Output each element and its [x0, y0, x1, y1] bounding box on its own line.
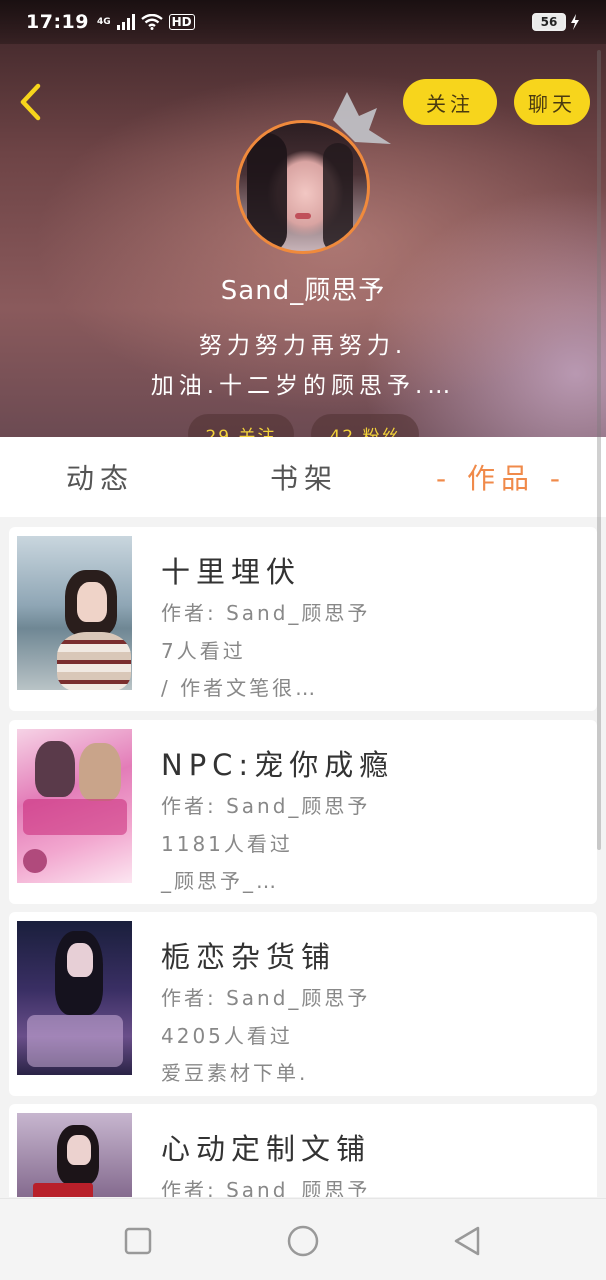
- work-cover-image: [17, 729, 132, 883]
- back-arrow-icon[interactable]: [14, 80, 50, 124]
- work-title: 心动定制文铺: [161, 1132, 372, 1166]
- work-views: 1181人看过: [161, 832, 293, 856]
- battery-level: 56: [532, 13, 566, 31]
- charging-icon: [571, 14, 579, 30]
- works-list: 十里埋伏 作者: Sand_顾思予 7人看过 / 作者文笔很… NPC:宠你成瘾…: [0, 517, 606, 1197]
- tab-dongtai[interactable]: 动态: [66, 437, 134, 517]
- status-bar: 17:19 4G HD 56: [0, 0, 606, 44]
- cover-figure-face: [77, 582, 107, 622]
- tab-shujia[interactable]: 书架: [270, 437, 338, 517]
- wifi-icon: [140, 14, 163, 30]
- home-icon[interactable]: [283, 1221, 323, 1261]
- profile-header: 17:19 4G HD 56 关注 聊天 Sand_顾思予 努力努力再努力. 加…: [0, 0, 606, 440]
- hd-badge: HD: [168, 14, 195, 30]
- recent-apps-icon[interactable]: [118, 1221, 158, 1261]
- network-type: 4G: [96, 16, 111, 27]
- work-card[interactable]: 栀恋杂货铺 作者: Sand_顾思予 4205人看过 爱豆素材下单.: [9, 912, 597, 1096]
- work-title: 栀恋杂货铺: [161, 940, 337, 974]
- follow-button[interactable]: 关注: [403, 79, 497, 125]
- bio-line-1: 努力努力再努力.: [198, 333, 408, 359]
- scrollbar[interactable]: [597, 50, 601, 850]
- work-views: 4205人看过: [161, 1024, 293, 1048]
- status-time: 17:19: [26, 11, 89, 33]
- cover-figure-right: [79, 743, 121, 801]
- work-author: 作者: Sand_顾思予: [161, 986, 371, 1010]
- crown-icon: [333, 92, 391, 144]
- work-card[interactable]: 心动定制文铺 作者: Sand_顾思予: [9, 1104, 597, 1197]
- system-nav-bar: [0, 1198, 606, 1280]
- work-cover-image: [17, 921, 132, 1075]
- back-triangle-icon[interactable]: [448, 1221, 488, 1261]
- cover-figure-shirt: [57, 632, 131, 690]
- work-title: NPC:宠你成瘾: [161, 748, 395, 782]
- avatar-hair-left: [247, 133, 287, 251]
- cover-title-art: [23, 799, 127, 835]
- work-views: 7人看过: [161, 639, 246, 663]
- work-cover-image: [17, 536, 132, 690]
- work-description: _顾思予_…: [161, 869, 279, 893]
- status-icons: 4G HD: [97, 14, 195, 30]
- work-card[interactable]: NPC:宠你成瘾 作者: Sand_顾思予 1181人看过 _顾思予_…: [9, 720, 597, 904]
- avatar-lips: [295, 213, 311, 219]
- signal-icon: [116, 14, 135, 30]
- battery-indicator: 56: [532, 13, 580, 31]
- cover-figure-left: [35, 741, 75, 797]
- work-description: / 作者文笔很…: [161, 676, 319, 700]
- work-cover-image: [17, 1113, 132, 1197]
- work-author: 作者: Sand_顾思予: [161, 794, 371, 818]
- work-author: 作者: Sand_顾思予: [161, 1178, 371, 1197]
- username: Sand_顾思予: [220, 276, 386, 306]
- work-author: 作者: Sand_顾思予: [161, 601, 371, 625]
- cover-title-art: [27, 1015, 123, 1067]
- cover-figure-face: [67, 1135, 91, 1165]
- avatar-hair-right: [323, 143, 353, 251]
- work-description: 爱豆素材下单.: [161, 1061, 309, 1085]
- cover-figure-face: [67, 943, 93, 977]
- cover-badge: [23, 849, 47, 873]
- chat-button[interactable]: 聊天: [514, 79, 590, 125]
- tab-zuopin[interactable]: - 作品 -: [436, 437, 566, 517]
- work-card[interactable]: 十里埋伏 作者: Sand_顾思予 7人看过 / 作者文笔很…: [9, 527, 597, 711]
- work-title: 十里埋伏: [161, 555, 302, 589]
- cover-title-art: [33, 1183, 93, 1197]
- profile-tabs: 动态 书架 - 作品 -: [0, 437, 606, 517]
- bio-line-2: 加油.十二岁的顾思予.…: [150, 373, 456, 399]
